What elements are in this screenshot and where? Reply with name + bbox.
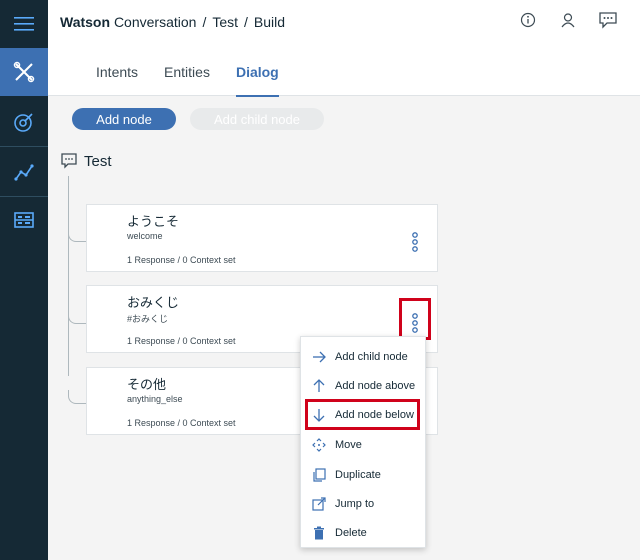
- add-node-button[interactable]: Add node: [72, 108, 176, 130]
- node-condition: anything_else: [127, 394, 183, 404]
- arrow-up-icon: [311, 378, 327, 394]
- hamburger-icon: [14, 17, 34, 31]
- line-graph-icon: [14, 164, 34, 181]
- add-child-node-button[interactable]: Add child node: [190, 108, 324, 130]
- kebab-icon: [412, 232, 418, 252]
- root-label: Test: [84, 152, 112, 170]
- user-icon: [561, 13, 575, 28]
- tree-connector: [68, 310, 86, 324]
- tree-connector: [68, 228, 86, 242]
- menu-item-jump-to[interactable]: Jump to: [301, 490, 427, 518]
- improve-nav-button[interactable]: [0, 98, 48, 146]
- breadcrumb-brand: Watson Conversation: [60, 14, 197, 30]
- node-context-menu: Add child node Add node above Add node b…: [300, 336, 426, 548]
- breadcrumb-separator: /: [202, 14, 207, 30]
- breadcrumb: Watson Conversation / Test / Build: [60, 14, 285, 30]
- user-button[interactable]: [556, 8, 580, 32]
- dialog-root: Test: [60, 152, 112, 170]
- node-title: おみくじ: [127, 295, 180, 310]
- tree-connector: [68, 390, 86, 404]
- breadcrumb-page: Build: [253, 14, 286, 30]
- target-icon: [14, 113, 33, 132]
- header: Watson Conversation / Test / Build Inten…: [48, 0, 640, 97]
- tab-bar: Intents Entities Dialog: [96, 64, 305, 97]
- menu-item-move[interactable]: Move: [301, 431, 427, 459]
- add-node-below-highlight-box: [305, 399, 420, 430]
- move-icon: [311, 437, 327, 453]
- arrow-right-icon: [311, 349, 327, 365]
- chat-icon: [599, 12, 617, 29]
- tab-intents[interactable]: Intents: [96, 64, 138, 96]
- node-meta: 1 Response / 0 Context set: [127, 336, 236, 346]
- node-title: ようこそ: [127, 214, 180, 229]
- tools-icon: [13, 61, 35, 83]
- node-meta: 1 Response / 0 Context set: [127, 255, 236, 265]
- analytics-nav-button[interactable]: [0, 148, 48, 196]
- node-condition: #おみくじ: [127, 314, 169, 324]
- breadcrumb-workspace[interactable]: Test: [212, 14, 238, 30]
- deploy-nav-button[interactable]: [0, 196, 48, 244]
- tab-entities[interactable]: Entities: [164, 64, 210, 96]
- duplicate-icon: [311, 467, 327, 483]
- menu-button[interactable]: [0, 0, 48, 48]
- node-options-button[interactable]: [409, 231, 421, 253]
- menu-item-delete[interactable]: Delete: [301, 519, 427, 547]
- rail-divider: [0, 146, 48, 147]
- info-button[interactable]: [516, 8, 540, 32]
- kebab-highlight-box: [399, 298, 431, 340]
- dialog-node-welcome[interactable]: ようこそ welcome 1 Response / 0 Context set: [86, 204, 438, 272]
- menu-item-add-node-above[interactable]: Add node above: [301, 372, 427, 400]
- node-title: その他: [127, 377, 167, 392]
- build-nav-button[interactable]: [0, 48, 48, 96]
- breadcrumb-separator: /: [244, 14, 248, 30]
- tab-dialog[interactable]: Dialog: [235, 64, 279, 97]
- menu-item-add-child-node[interactable]: Add child node: [301, 343, 427, 371]
- tree-connector: [68, 176, 69, 376]
- left-rail: [0, 0, 48, 560]
- jump-to-icon: [311, 496, 327, 512]
- speech-bubble-icon: [61, 153, 77, 169]
- node-condition: welcome: [127, 231, 163, 241]
- trash-icon: [311, 525, 327, 541]
- dashboard-icon: [14, 212, 34, 228]
- info-icon: [520, 12, 536, 28]
- node-meta: 1 Response / 0 Context set: [127, 418, 236, 428]
- menu-item-duplicate[interactable]: Duplicate: [301, 461, 427, 489]
- chat-button[interactable]: [596, 8, 620, 32]
